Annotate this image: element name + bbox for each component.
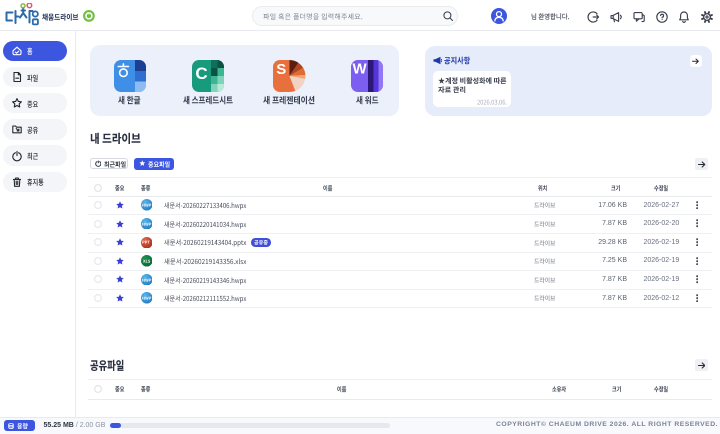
svg-text:W: W xyxy=(353,61,368,78)
svg-text:C: C xyxy=(195,64,207,83)
svg-text:S: S xyxy=(276,61,286,78)
